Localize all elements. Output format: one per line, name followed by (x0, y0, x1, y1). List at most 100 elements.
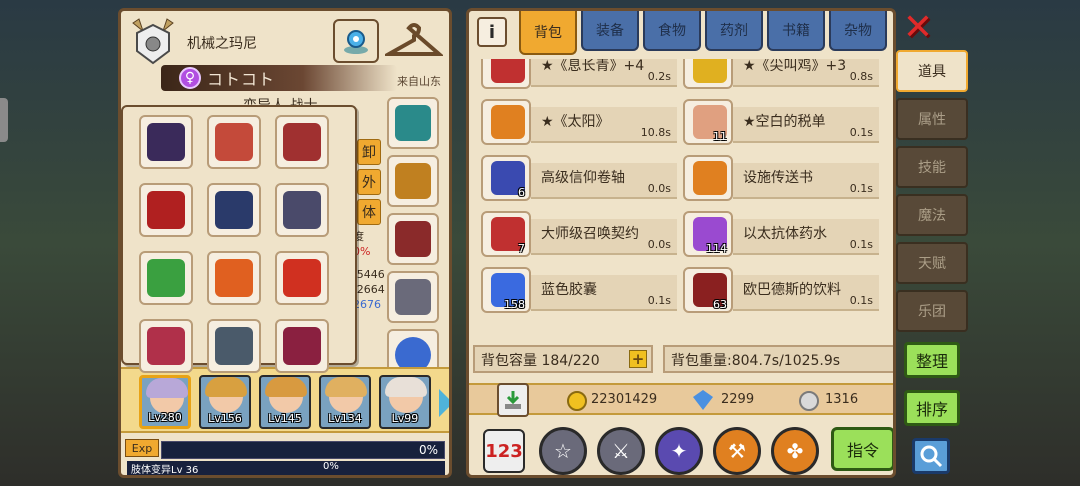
portrait-hair (265, 377, 307, 397)
equipment-slot[interactable] (275, 251, 329, 305)
side-peek-buttons: 卸 外 体 (357, 139, 381, 229)
wardrobe-button[interactable] (383, 19, 445, 65)
party-member-level: Lv145 (268, 412, 302, 425)
party-member-slot[interactable]: Lv145 (259, 375, 311, 429)
accessory-slot[interactable] (387, 97, 439, 149)
order-button[interactable]: 排序 (904, 390, 960, 426)
equipment-slot[interactable] (275, 183, 329, 237)
sort-button[interactable]: 整理 (904, 342, 960, 378)
item-weight: 0.1s (849, 294, 873, 307)
inventory-item[interactable]: 7 大师级召唤契约 0.0s (481, 211, 681, 259)
accessory-slot[interactable] (387, 271, 439, 323)
outer-peek-button[interactable]: 外 (357, 169, 381, 195)
inventory-tab[interactable]: 食物 (643, 11, 701, 51)
item-name-text: 设施传送书 (743, 170, 813, 186)
outer-peek-button-2[interactable]: 体 (357, 199, 381, 225)
item-name-text: 以太抗体药水 (743, 226, 827, 242)
fan-icon: ✤ (786, 439, 804, 463)
fan-action-button[interactable]: ✤ (771, 427, 819, 475)
mutation-exp-percent: 0% (323, 461, 339, 472)
side-tab[interactable]: 技能 (896, 146, 968, 188)
unequip-peek-button[interactable]: 卸 (357, 139, 381, 165)
female-icon: ♀ (179, 67, 201, 89)
equipment-slot[interactable] (207, 115, 261, 169)
inventory-tab[interactable]: 杂物 (829, 11, 887, 51)
exp-bar: 0% (161, 441, 445, 459)
side-tab[interactable]: 魔法 (896, 194, 968, 236)
craft-action-button[interactable]: ⚒ (713, 427, 761, 475)
download-icon (505, 391, 521, 409)
equipment-slot[interactable] (275, 115, 329, 169)
inventory-tab[interactable]: 药剂 (705, 11, 763, 51)
inventory-item[interactable]: ★《息长青》+4 0.2s (481, 59, 681, 91)
storage-button[interactable] (497, 383, 529, 417)
currency-bar: 22301429 2299 1316 (469, 383, 893, 417)
item-list[interactable]: ★《息长青》+4 0.2s ★《尖叫鸡》+3 0.8s ★《太阳》 10.8s 11 ★空白的… (477, 59, 891, 335)
side-tab[interactable]: 属性 (896, 98, 968, 140)
stat-fragment: /5446 (353, 268, 385, 281)
item-name-text: ★空白的税单 (743, 114, 826, 130)
exp-tag: Exp (125, 439, 159, 457)
axe-icon (147, 327, 185, 365)
necklace-icon (215, 123, 253, 161)
item-count: 6 (518, 186, 525, 199)
inventory-item[interactable]: 6 高级信仰卷轴 0.0s (481, 155, 681, 203)
favorite-button[interactable]: ☆ (539, 427, 587, 475)
inventory-item[interactable]: 设施传送书 0.1s (683, 155, 883, 203)
item-icon (693, 161, 727, 195)
info-button[interactable]: i (477, 17, 507, 47)
appearance-button[interactable] (333, 19, 379, 63)
party-member-slot[interactable]: Lv99 (379, 375, 431, 429)
gauntlet-icon (283, 123, 321, 161)
character-title: コトコト (207, 70, 276, 89)
equipment-slot[interactable] (139, 251, 193, 305)
equipment-slot[interactable] (139, 319, 193, 373)
inventory-tab[interactable]: 装备 (581, 11, 639, 51)
item-name-text: ★《息长青》+4 (541, 59, 645, 74)
hanger-icon (385, 23, 443, 56)
inventory-tab[interactable]: 书籍 (767, 11, 825, 51)
party-member-slot[interactable]: Lv134 (319, 375, 371, 429)
side-tab[interactable]: 道具 (896, 50, 968, 92)
party-member-slot[interactable]: Lv156 (199, 375, 251, 429)
equipment-slot[interactable] (207, 251, 261, 305)
numbering-button[interactable]: 123 (483, 429, 525, 473)
gold-amount: 22301429 (591, 392, 658, 407)
item-count: 158 (504, 298, 525, 311)
magic-action-button[interactable]: ✦ (655, 427, 703, 475)
inventory-item[interactable]: 63 欧巴德斯的饮料 0.1s (683, 267, 883, 315)
equipment-slot[interactable] (207, 183, 261, 237)
inventory-item[interactable]: 158 蓝色胶囊 0.1s (481, 267, 681, 315)
character-panel: 机械之玛尼 ♀ コトコト 来自山东 变异人 战士 卸 外 体 度 0% /544… (118, 8, 452, 478)
item-name: 欧巴德斯的饮料 0.1s (733, 275, 879, 311)
accessory-slot[interactable] (387, 155, 439, 207)
equipment-slot[interactable] (207, 319, 261, 373)
item-name: ★《太阳》 10.8s (531, 107, 677, 143)
character-name: 机械之玛尼 (187, 36, 257, 52)
equipment-slot[interactable] (139, 115, 193, 169)
sword-action-button[interactable]: ⚔ (597, 427, 645, 475)
left-edge-handle[interactable] (0, 98, 8, 142)
inventory-tab[interactable]: 背包 (519, 11, 577, 55)
portrait-hair (146, 378, 188, 398)
equipment-slot[interactable] (275, 319, 329, 373)
equipment-slot[interactable] (139, 183, 193, 237)
mutation-exp-label: 肢体变异Lv 36 (131, 465, 199, 476)
side-tab[interactable]: 天赋 (896, 242, 968, 284)
inventory-item[interactable]: 114 以太抗体药水 0.1s (683, 211, 883, 259)
expand-capacity-button[interactable]: + (629, 350, 647, 368)
inventory-item[interactable]: 11 ★空白的税单 0.1s (683, 99, 883, 147)
search-button[interactable] (912, 438, 950, 474)
wand-icon (283, 259, 321, 297)
side-tab[interactable]: 乐团 (896, 290, 968, 332)
party-member-slot[interactable]: Lv280 (139, 375, 191, 429)
item-name: ★空白的税单 0.1s (733, 107, 879, 143)
command-button[interactable]: 指令 (831, 427, 893, 471)
accessory-slot[interactable] (387, 213, 439, 265)
party-member-level: Lv99 (391, 412, 419, 425)
close-icon[interactable]: ✕ (900, 10, 936, 46)
inventory-item[interactable]: ★《太阳》 10.8s (481, 99, 681, 147)
inventory-item[interactable]: ★《尖叫鸡》+3 0.8s (683, 59, 883, 91)
party-next-arrow-icon[interactable] (439, 389, 449, 417)
item-name: 大师级召唤契约 0.0s (531, 219, 677, 255)
